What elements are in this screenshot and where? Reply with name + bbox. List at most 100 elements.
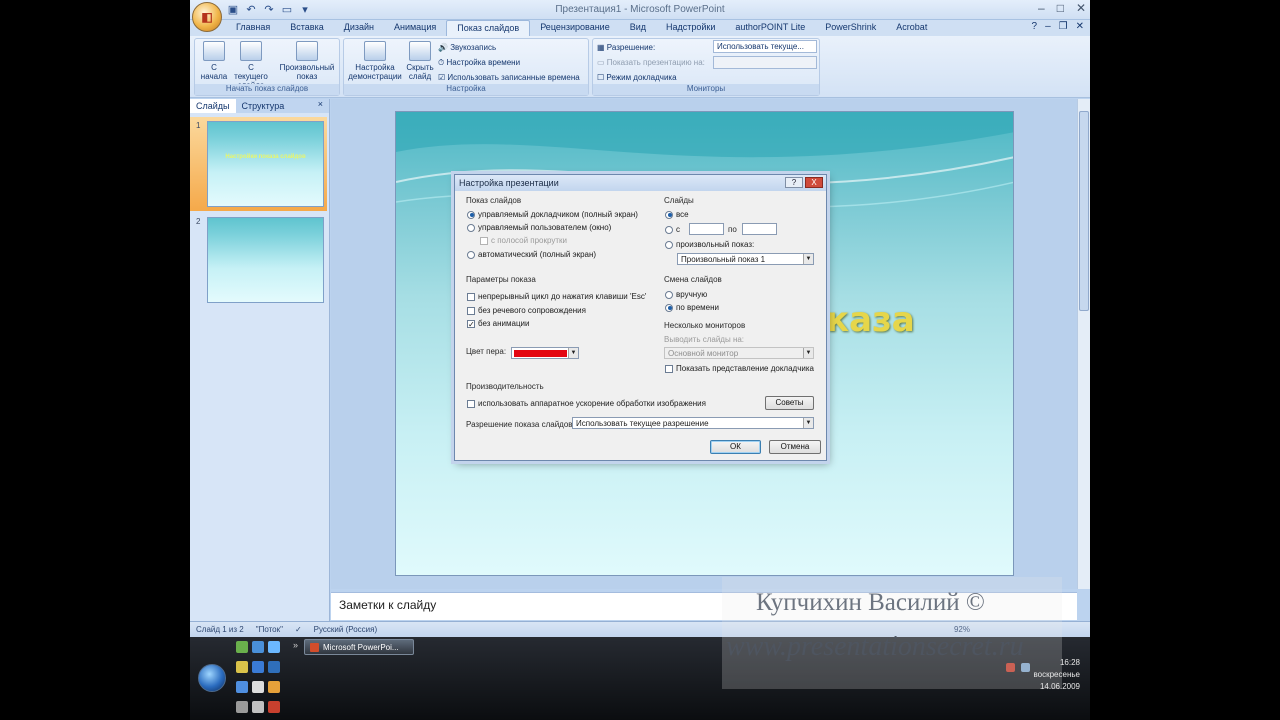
resolution-dropdown[interactable]: Использовать текуще... [713, 40, 817, 53]
quick-launch-icon[interactable] [252, 661, 264, 673]
office-logo-icon: ◧ [201, 10, 213, 24]
all-slides-radio[interactable]: все [665, 210, 689, 219]
tab-design[interactable]: Дизайн [334, 20, 384, 36]
minimize-icon[interactable]: – [1038, 1, 1045, 15]
close-icon[interactable]: ✕ [1076, 1, 1086, 15]
tab-outline[interactable]: Структура [236, 99, 291, 113]
cancel-button[interactable]: Отмена [769, 440, 821, 454]
rehearse-timings-button[interactable]: ⏱ Настройка времени [438, 58, 520, 68]
slide-title: каза [826, 300, 915, 340]
start-button[interactable] [198, 664, 226, 692]
quick-launch-icon[interactable] [268, 701, 280, 713]
quick-launch-icon[interactable] [236, 641, 248, 653]
browsed-at-kiosk-radio[interactable]: автоматический (полный экран) [467, 250, 596, 259]
tab-view[interactable]: Вид [620, 20, 656, 36]
quick-launch-icon[interactable] [252, 681, 264, 693]
ok-button[interactable]: ОК [710, 440, 761, 454]
custom-show-button[interactable]: Произвольный показ [277, 41, 337, 81]
watermark: Купчихин Василий © www.presentationsecre… [722, 577, 1062, 689]
taskbar-powerpoint-item[interactable]: Microsoft PowerPoi... [304, 639, 414, 655]
help-icon[interactable]: ? [1032, 21, 1038, 32]
tab-authorpoint[interactable]: authorPOINT Lite [725, 20, 815, 36]
slide-counter: Слайд 1 из 2 [196, 625, 244, 634]
ribbon-close-icon[interactable]: ✕ [1076, 21, 1084, 32]
browsed-by-individual-radio[interactable]: управляемый пользователем (окно) [467, 223, 611, 232]
from-slide-input[interactable] [689, 223, 724, 235]
quick-launch-icon[interactable] [236, 661, 248, 673]
radio-icon [467, 210, 475, 219]
presenter-view-checkbox[interactable]: ☐ Режим докладчика [597, 73, 677, 82]
quick-launch-icon[interactable] [268, 661, 280, 673]
close-pane-icon[interactable]: × [312, 99, 329, 113]
slide-thumb-image [207, 217, 324, 303]
checkbox-icon [467, 292, 475, 301]
language[interactable]: Русский (Россия) [314, 625, 377, 634]
chevron-down-icon: ▼ [803, 418, 813, 428]
radio-icon [665, 290, 673, 299]
vertical-scrollbar[interactable] [1077, 99, 1090, 589]
setup-show-button[interactable]: Настройка демонстрации [346, 41, 404, 81]
from-slide-radio[interactable]: с [665, 225, 680, 234]
group-monitors: ▦ Разрешение: Использовать текуще... ▭ П… [592, 38, 820, 96]
resolution-dropdown[interactable]: Использовать текущее разрешение ▼ [572, 417, 814, 429]
tab-animation[interactable]: Анимация [384, 20, 446, 36]
tab-addins[interactable]: Надстройки [656, 20, 725, 36]
tab-acrobat[interactable]: Acrobat [886, 20, 937, 36]
from-current-icon [240, 41, 262, 61]
radio-icon [467, 250, 475, 259]
manual-advance-radio[interactable]: вручную [665, 290, 707, 299]
from-current-button[interactable]: С текущего слайда [231, 41, 271, 90]
group-label-setup: Настройка [344, 84, 588, 95]
slides-range-label: Слайды [664, 196, 694, 205]
custom-show-dropdown[interactable]: Произвольный показ 1 ▼ [677, 253, 814, 265]
group-setup: Настройка демонстрации Скрыть слайд 🔊 Зв… [343, 38, 589, 96]
hardware-acceleration-checkbox[interactable]: использовать аппаратное ускорение обрабо… [467, 399, 706, 408]
spelling-icon[interactable]: ✓ [295, 625, 302, 634]
ribbon-minimize-icon[interactable]: – [1045, 21, 1051, 32]
tab-insert[interactable]: Вставка [280, 20, 333, 36]
chevron-right-icon[interactable]: » [293, 640, 298, 650]
tab-review[interactable]: Рецензирование [530, 20, 620, 36]
tab-home[interactable]: Главная [226, 20, 280, 36]
maximize-icon[interactable]: □ [1057, 1, 1064, 15]
slide-thumbnail-1[interactable]: 1 Настройки показа слайдов [190, 117, 327, 211]
checkbox-icon [480, 236, 488, 245]
tab-slides[interactable]: Слайды [190, 99, 236, 113]
pen-color-picker[interactable]: ▼ [511, 347, 579, 359]
show-type-label: Показ слайдов [466, 196, 522, 205]
no-animation-checkbox[interactable]: ✓ без анимации [467, 319, 529, 328]
quick-launch-icon[interactable] [268, 681, 280, 693]
quick-launch-icon[interactable] [236, 701, 248, 713]
dialog-title: Настройка презентации [455, 175, 826, 191]
show-presenter-view-checkbox[interactable]: Показать представление докладчика [665, 364, 814, 373]
show-on-dropdown [713, 56, 817, 69]
dialog-help-button[interactable]: ? [785, 177, 803, 188]
tab-powershrink[interactable]: PowerShrink [815, 20, 886, 36]
quick-launch-icon[interactable] [268, 641, 280, 653]
use-timings-radio[interactable]: по времени [665, 303, 719, 312]
ribbon-restore-icon[interactable]: ❐ [1059, 21, 1068, 32]
use-timings-checkbox[interactable]: ☑ Использовать записанные времена [438, 73, 580, 82]
office-button[interactable]: ◧ [192, 2, 222, 32]
from-beginning-button[interactable]: С начала [199, 41, 229, 81]
no-narration-checkbox[interactable]: без речевого сопровождения [467, 306, 586, 315]
slide-number: 1 [196, 121, 201, 130]
tips-button[interactable]: Советы [765, 396, 814, 410]
checkbox-icon [467, 306, 475, 315]
to-slide-input[interactable] [742, 223, 777, 235]
scrollbar-thumb[interactable] [1079, 111, 1089, 311]
quick-launch-icon[interactable] [252, 701, 264, 713]
ribbon-window-controls: ? – ❐ ✕ [1032, 21, 1084, 32]
dialog-close-button[interactable]: X [805, 177, 823, 188]
hide-slide-button[interactable]: Скрыть слайд [406, 41, 434, 81]
record-narration-button[interactable]: 🔊 Звукозапись [438, 43, 496, 52]
presented-by-speaker-radio[interactable]: управляемый докладчиком (полный экран) [467, 210, 638, 219]
quick-launch-icon[interactable] [252, 641, 264, 653]
custom-show-radio[interactable]: произвольный показ: [665, 240, 754, 249]
loop-until-esc-checkbox[interactable]: непрерывный цикл до нажатия клавиши 'Esc… [467, 292, 646, 301]
watermark-site: www.presentationsecret.ru [726, 631, 1024, 662]
performance-label: Производительность [466, 382, 544, 391]
tab-slide-show[interactable]: Показ слайдов [446, 20, 531, 36]
quick-launch-icon[interactable] [236, 681, 248, 693]
slide-thumbnail-2[interactable]: 2 [190, 213, 327, 307]
